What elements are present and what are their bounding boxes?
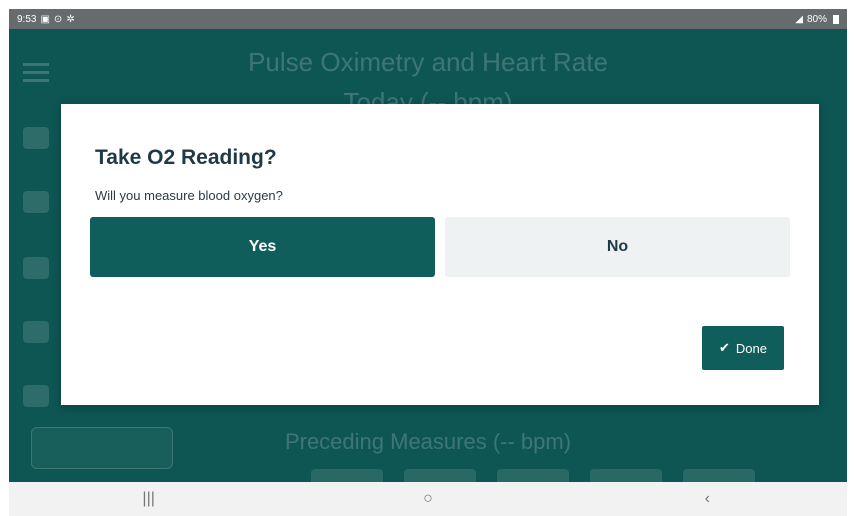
battery-icon: [833, 14, 839, 24]
no-button[interactable]: No: [445, 217, 790, 277]
status-right: ◢ 80%: [795, 14, 839, 25]
home-button[interactable]: ○: [398, 487, 458, 511]
dialog-question: Will you measure blood oxygen?: [95, 188, 283, 203]
dialog-title: Take O2 Reading?: [95, 146, 277, 169]
signal-icon: ◢: [795, 13, 803, 25]
done-label: Done: [735, 340, 767, 356]
status-bar: 9:53 ▣ ⊙ ✲ ◢ 80%: [9, 9, 847, 29]
status-time: 9:53: [17, 13, 37, 25]
settings-icon: ✲: [66, 13, 75, 25]
sync-icon: ⊙: [53, 13, 63, 25]
yes-button[interactable]: Yes: [90, 217, 435, 277]
status-left: 9:53 ▣ ⊙ ✲: [17, 14, 75, 25]
battery-text: 80%: [806, 13, 827, 25]
checkmark-icon: ✔: [719, 340, 730, 355]
o2-reading-dialog: Take O2 Reading? Will you measure blood …: [61, 104, 819, 405]
back-button[interactable]: ‹: [677, 487, 737, 511]
system-nav-bar: ||| ○ ‹: [9, 482, 847, 516]
notification-icon: ▣: [40, 13, 50, 25]
recents-button[interactable]: |||: [119, 487, 179, 511]
done-button[interactable]: ✔ Done: [702, 326, 784, 370]
